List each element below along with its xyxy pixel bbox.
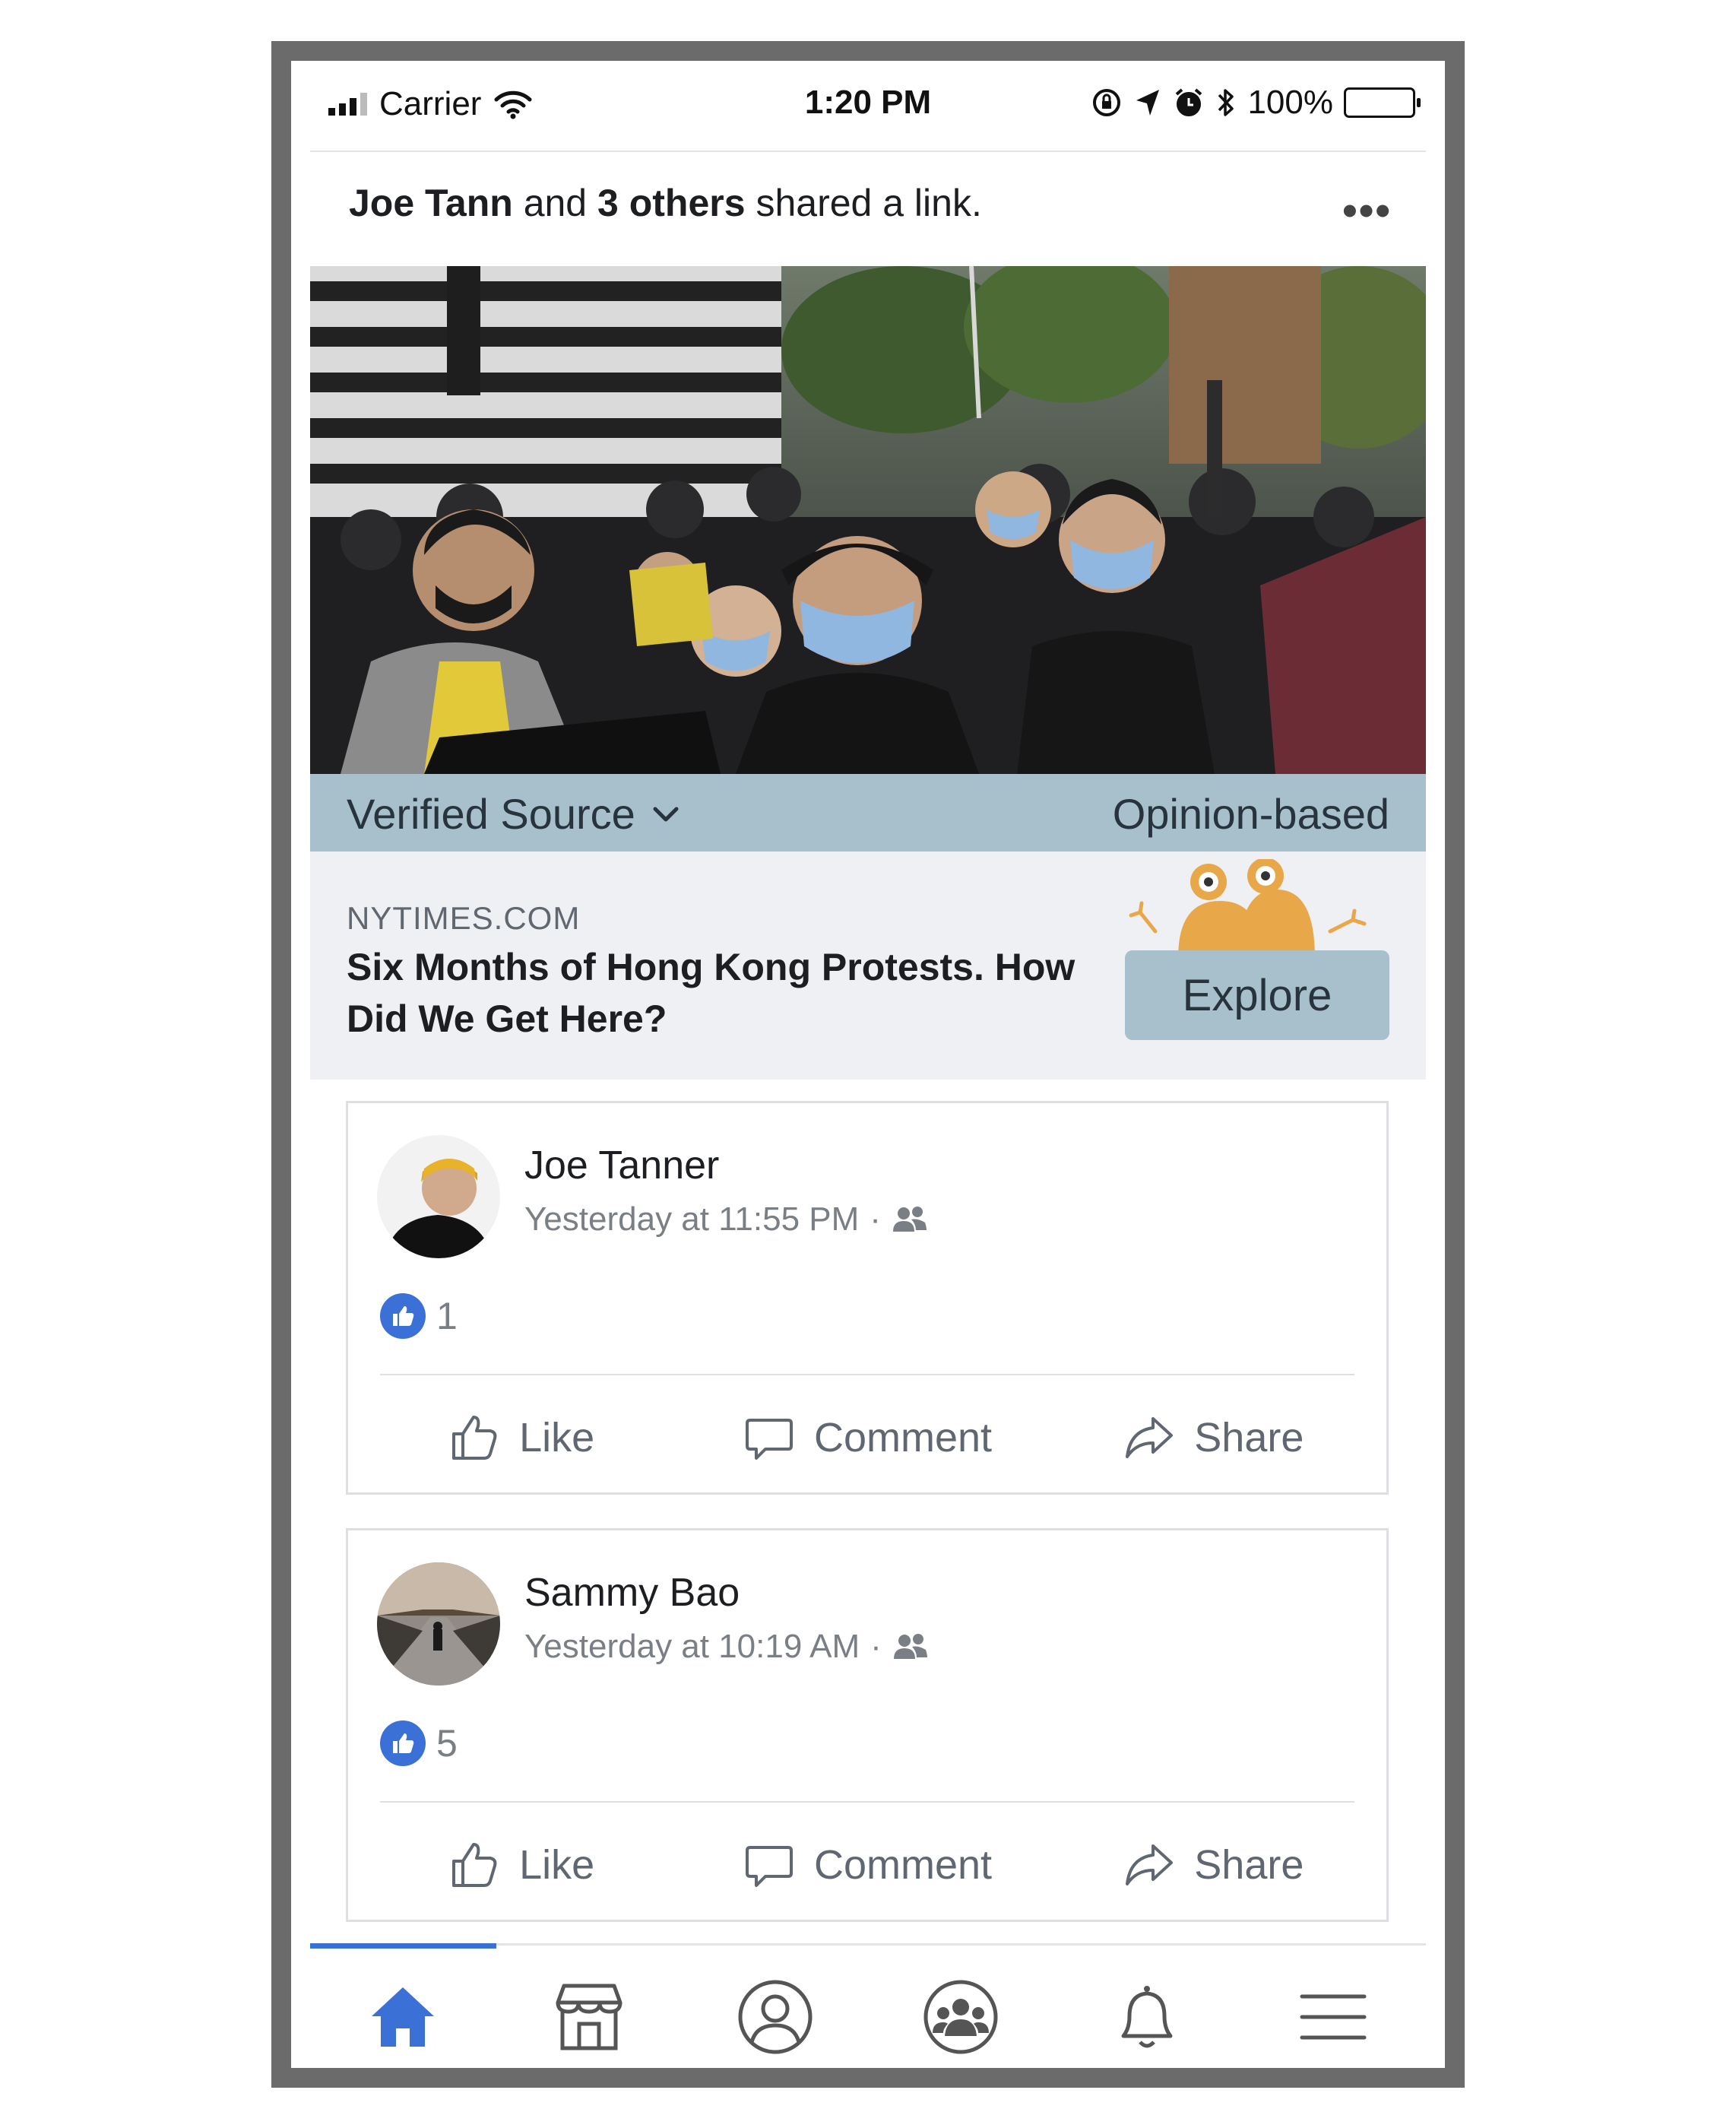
avatar[interactable] [377, 1562, 500, 1686]
like-button[interactable]: Like [348, 1400, 694, 1476]
opinion-based-label: Opinion-based [1112, 790, 1389, 838]
comment-author[interactable]: Sammy Bao [524, 1570, 740, 1616]
friends-audience-icon [892, 1207, 927, 1232]
more-options-button[interactable]: ••• [1342, 186, 1392, 235]
link-details[interactable]: NYTIMES.COM Six Months of Hong Kong Prot… [310, 852, 1426, 1080]
comment-meta: Yesterday at 10:19 AM · [524, 1628, 929, 1666]
menu-icon [1300, 1994, 1367, 2039]
screen-lock-icon [1093, 89, 1121, 116]
location-arrow-icon [1136, 90, 1160, 116]
like-count: 5 [436, 1722, 458, 1765]
share-label: Share [1194, 1415, 1304, 1460]
verified-source-label: Verified Source [347, 790, 635, 838]
avatar[interactable] [377, 1135, 500, 1258]
like-label: Like [519, 1842, 595, 1888]
chevron-down-icon [653, 807, 679, 821]
share-others[interactable]: 3 others [597, 182, 746, 224]
comment-meta: Yesterday at 11:55 PM · [524, 1200, 928, 1238]
meta-separator: · [870, 1628, 882, 1665]
link-title[interactable]: Six Months of Hong Kong Protests. How Di… [347, 941, 1107, 1045]
tab-marketplace[interactable] [496, 1946, 683, 2068]
comment-timestamp[interactable]: Yesterday at 11:55 PM [524, 1200, 859, 1238]
mascot-icon [1129, 859, 1367, 958]
tab-groups[interactable] [868, 1946, 1054, 2068]
verified-source-dropdown[interactable]: Verified Source [347, 789, 681, 839]
tab-notifications[interactable] [1054, 1946, 1240, 2068]
like-count: 1 [436, 1295, 458, 1337]
share-actor[interactable]: Joe Tann [349, 182, 513, 224]
meta-separator: · [870, 1200, 881, 1238]
comment-card: Joe Tanner Yesterday at 11:55 PM · 1 Lik… [346, 1101, 1389, 1495]
comment-timestamp[interactable]: Yesterday at 10:19 AM [524, 1628, 860, 1666]
notifications-icon [1121, 1985, 1173, 2047]
tab-profile[interactable] [682, 1946, 868, 2068]
phone-screen: Carrier 1:20 PM 100% Joe Tann and 3 othe… [291, 61, 1445, 2068]
share-arrow-icon [1126, 1844, 1174, 1885]
reaction-summary[interactable]: 5 [380, 1720, 458, 1766]
share-label: Share [1194, 1842, 1304, 1888]
battery-percent: 100% [1247, 84, 1333, 121]
home-icon [372, 1987, 435, 2047]
battery-icon [1344, 87, 1421, 118]
comment-label: Comment [813, 1842, 993, 1888]
card-divider [380, 1374, 1354, 1375]
comment-label: Comment [813, 1415, 993, 1460]
status-right: 100% [1091, 84, 1421, 122]
explore-button[interactable]: Explore [1125, 950, 1389, 1040]
bottom-tab-bar [310, 1943, 1426, 2068]
thumbs-up-icon [452, 1843, 497, 1887]
share-button[interactable]: Share [1041, 1400, 1386, 1476]
marketplace-icon [556, 1984, 622, 2050]
groups-icon [923, 1980, 998, 2053]
profile-icon [738, 1980, 813, 2053]
share-summary: Joe Tann and 3 others shared a link. [349, 181, 982, 225]
like-reaction-icon [380, 1720, 426, 1766]
source-rating-bar: Verified Source Opinion-based [310, 774, 1426, 852]
link-domain: NYTIMES.COM [347, 900, 581, 936]
comment-button[interactable]: Comment [694, 1827, 1040, 1903]
reaction-summary[interactable]: 1 [380, 1293, 458, 1339]
alarm-icon [1176, 88, 1202, 116]
avatar-photo [377, 1135, 500, 1258]
action-row: Like Comment Share [348, 1827, 1386, 1903]
tab-home[interactable] [310, 1943, 496, 2068]
comment-bubble-icon [745, 1846, 793, 1887]
avatar-photo [377, 1562, 500, 1686]
share-connector: and [523, 182, 588, 224]
comment-card: Sammy Bao Yesterday at 10:19 AM · 5 Like… [346, 1528, 1389, 1922]
link-preview-image[interactable] [310, 266, 1426, 774]
comment-bubble-icon [745, 1419, 793, 1460]
phone-frame: Carrier 1:20 PM 100% Joe Tann and 3 othe… [271, 41, 1465, 2088]
like-button[interactable]: Like [348, 1827, 694, 1903]
tab-menu[interactable] [1240, 1946, 1426, 2068]
status-bar: Carrier 1:20 PM 100% [310, 61, 1426, 152]
protest-photo [310, 266, 1426, 774]
share-action: shared a link. [756, 182, 982, 224]
thumbs-up-icon [452, 1416, 497, 1460]
share-arrow-icon [1126, 1417, 1174, 1458]
comment-button[interactable]: Comment [694, 1400, 1040, 1476]
like-reaction-icon [380, 1293, 426, 1339]
share-button[interactable]: Share [1041, 1827, 1386, 1903]
friends-audience-icon [893, 1634, 927, 1659]
action-row: Like Comment Share [348, 1400, 1386, 1476]
like-label: Like [519, 1415, 595, 1460]
bluetooth-icon [1218, 89, 1234, 116]
card-divider [380, 1801, 1354, 1803]
comment-author[interactable]: Joe Tanner [524, 1143, 719, 1188]
